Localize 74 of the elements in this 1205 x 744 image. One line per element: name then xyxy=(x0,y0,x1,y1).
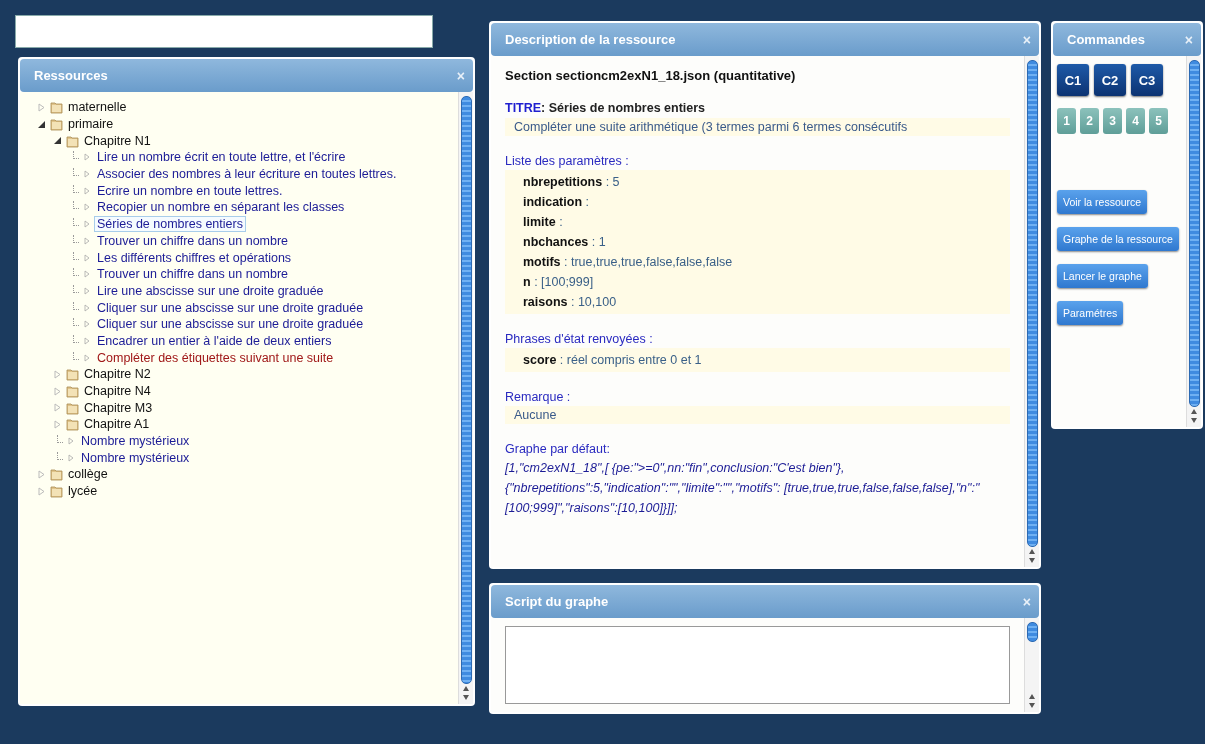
folder-label[interactable]: maternelle xyxy=(68,100,127,115)
scrollbar[interactable] xyxy=(1024,56,1039,567)
state-phrase: score : réel compris entre 0 et 1 xyxy=(523,352,703,369)
resource-item[interactable]: Nombre mystérieux xyxy=(78,449,193,466)
folder-label[interactable]: Chapitre N2 xyxy=(84,367,151,382)
resource-item[interactable]: Cliquer sur une abscisse sur une droite graduée xyxy=(94,299,367,316)
folder-label[interactable]: Chapitre N1 xyxy=(84,133,151,148)
resource-item[interactable]: Séries de nombres entiers xyxy=(94,216,246,233)
expanded-arrow-icon[interactable] xyxy=(52,136,62,146)
panel-title: Description de la ressource xyxy=(505,32,676,47)
resource-item[interactable]: Ecrire un nombre en toute lettres. xyxy=(94,182,286,199)
resource-item[interactable]: Encadrer un entier à l'aide de deux entiers xyxy=(94,332,335,349)
folder-label[interactable]: Chapitre M3 xyxy=(84,400,153,415)
folder-icon xyxy=(66,417,79,432)
action-button[interactable]: Voir la ressource xyxy=(1057,190,1148,214)
resource-item[interactable]: Recopier un nombre en séparant les classes xyxy=(94,199,348,216)
resource-item[interactable]: Lire un nombre écrit en toute lettre, et l'écrire xyxy=(94,149,349,166)
parameter: raisons : 10,100 xyxy=(523,294,618,311)
states-label: Phrases d'état renvoyées : xyxy=(505,332,654,346)
scroll-arrows-icon[interactable] xyxy=(462,684,470,702)
folder-icon xyxy=(50,100,63,115)
resource-item[interactable]: Lire une abscisse sur une droite graduée xyxy=(94,282,327,299)
parameter: motifs : true,true,true,false,false,false xyxy=(523,254,734,271)
parameter: nbrepetitions : 5 xyxy=(523,174,621,191)
folder-icon xyxy=(66,367,79,382)
resource-title: : Séries de nombres entiers xyxy=(541,101,706,115)
panel-title: Ressources xyxy=(34,68,108,83)
folder-icon xyxy=(50,484,63,499)
parameter: indication : xyxy=(523,194,590,211)
resource-item[interactable]: Trouver un chiffre dans un nombre xyxy=(94,266,292,283)
resource-item[interactable]: Trouver un chiffre dans un nombre xyxy=(94,232,292,249)
search-field[interactable] xyxy=(15,15,433,48)
parameter: n : [100;999] xyxy=(523,274,595,291)
folder-label[interactable]: Chapitre N4 xyxy=(84,384,151,399)
chapter-button[interactable]: C1 xyxy=(1057,64,1089,96)
panel-title: Commandes xyxy=(1067,32,1146,47)
graph-label: Graphe par défaut: xyxy=(505,442,611,456)
params-label: Liste des paramètres : xyxy=(505,154,630,168)
expanded-arrow-icon[interactable] xyxy=(36,119,46,129)
scroll-thumb[interactable] xyxy=(1026,622,1038,642)
parameter: nbchances : 1 xyxy=(523,234,607,251)
default-graph-code: [1,"cm2exN1_18",[ {pe:">=0",nn:"fin",conclusion:"C'est bien"}, {"nbrepetitions":5,"indication":"","limite":"","motifs": [true,true,true,false,false,false],"n":"[100;999]","raisons":[10,100]}]]; xyxy=(505,460,981,517)
scroll-thumb[interactable] xyxy=(460,96,472,684)
folder-label[interactable]: primaire xyxy=(68,117,114,132)
parameter: limite : xyxy=(523,214,564,231)
scroll-arrows-icon[interactable] xyxy=(1028,547,1036,565)
panel-title: Script du graphe xyxy=(505,594,609,609)
resource-item[interactable]: Compléter des étiquettes suivant une suite xyxy=(94,349,337,366)
script-textarea[interactable] xyxy=(505,626,1010,704)
scroll-thumb[interactable] xyxy=(1188,60,1200,407)
scrollbar[interactable] xyxy=(1024,618,1039,712)
resource-summary: Compléter une suite arithmétique (3 termes parmi 6 termes consécutifs xyxy=(505,118,1010,136)
folder-icon xyxy=(66,400,79,415)
resource-item[interactable]: Nombre mystérieux xyxy=(78,433,193,450)
folder-label[interactable]: lycée xyxy=(68,484,98,499)
resource-item[interactable]: Cliquer sur une abscisse sur une droite graduée xyxy=(94,316,367,333)
folder-icon xyxy=(50,117,63,132)
chapter-button[interactable]: C2 xyxy=(1094,64,1126,96)
scroll-arrows-icon[interactable] xyxy=(1190,407,1198,425)
folder-label[interactable]: Chapitre A1 xyxy=(84,417,150,432)
folder-label[interactable]: collège xyxy=(68,467,108,482)
section-heading: Section sectioncm2exN1_18.json (quantitative) xyxy=(505,68,797,83)
chapter-button[interactable]: C3 xyxy=(1131,64,1163,96)
scroll-arrows-icon[interactable] xyxy=(1028,692,1036,710)
remark-label: Remarque : xyxy=(505,390,572,404)
remark-text: Aucune xyxy=(505,406,1010,424)
scrollbar[interactable] xyxy=(458,92,473,704)
folder-icon xyxy=(66,384,79,399)
folder-icon xyxy=(66,133,79,148)
resource-item[interactable]: Associer des nombres à leur écriture en toutes lettres. xyxy=(94,166,400,183)
scrollbar[interactable] xyxy=(1186,56,1201,427)
resource-item[interactable]: Les différents chiffres et opérations xyxy=(94,249,295,266)
scroll-thumb[interactable] xyxy=(1026,60,1038,547)
folder-icon xyxy=(50,467,63,482)
